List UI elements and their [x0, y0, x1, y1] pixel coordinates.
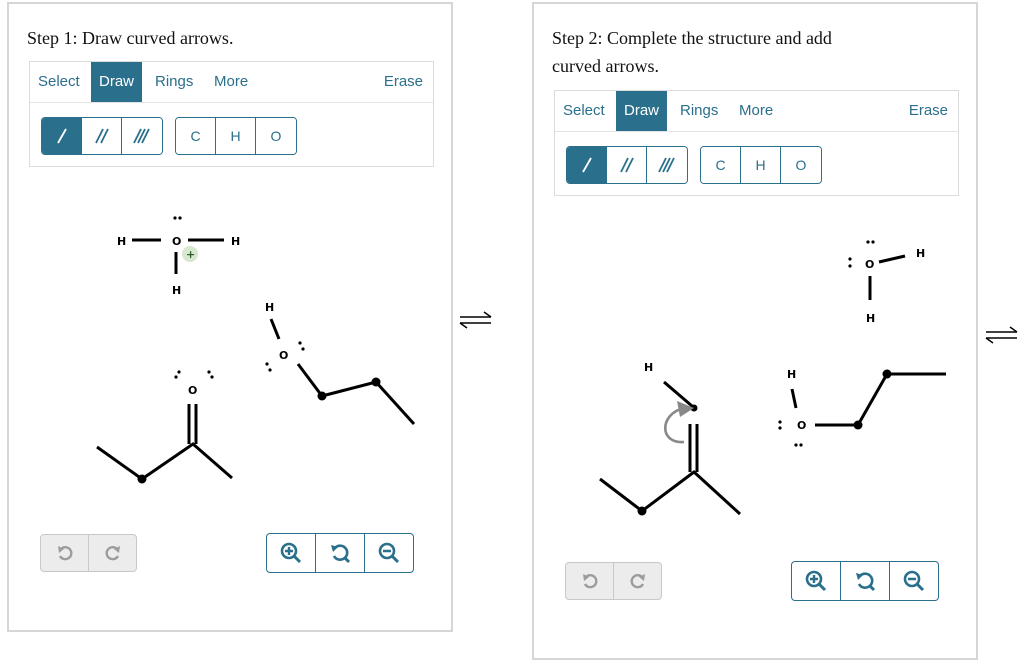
- zoom-out-icon: [378, 542, 400, 564]
- step1-zoom-buttons: [266, 533, 414, 573]
- atom-label-h: H: [787, 368, 796, 381]
- atom-label-o: O: [797, 419, 806, 432]
- step2-drawing-canvas[interactable]: O H H H O H: [534, 4, 976, 658]
- atom-label-h: H: [231, 235, 240, 248]
- redo-button[interactable]: [89, 535, 136, 571]
- zoom-in-button[interactable]: [792, 562, 841, 600]
- undo-button[interactable]: [41, 535, 89, 571]
- atom-label-o: O: [172, 235, 181, 248]
- atom-label-o: O: [865, 258, 874, 271]
- equilibrium-arrow-icon: [459, 311, 492, 329]
- redo-button[interactable]: [614, 563, 661, 599]
- zoom-in-icon: [805, 570, 827, 592]
- equilibrium-arrow-icon: [985, 326, 1018, 344]
- undo-button[interactable]: [566, 563, 614, 599]
- charge-plus-label: +: [186, 248, 195, 261]
- undo-icon: [57, 546, 72, 561]
- step1-history-buttons: [40, 534, 137, 572]
- atom-label-h: H: [172, 284, 181, 297]
- step2-history-buttons: [565, 562, 662, 600]
- zoom-reset-button[interactable]: [316, 534, 365, 572]
- zoom-reset-icon: [856, 572, 876, 592]
- zoom-reset-icon: [331, 544, 351, 564]
- atom-label-h: H: [117, 235, 126, 248]
- step2-panel: Step 2: Complete the structure and add c…: [532, 2, 978, 660]
- redo-icon: [105, 546, 120, 561]
- atom-label-o: O: [279, 349, 288, 362]
- undo-icon: [582, 574, 597, 589]
- atom-label-h: H: [265, 301, 274, 314]
- atom-label-o: O: [188, 384, 197, 397]
- zoom-in-button[interactable]: [267, 534, 316, 572]
- zoom-out-button[interactable]: [365, 534, 413, 572]
- zoom-in-icon: [280, 542, 302, 564]
- step2-zoom-buttons: [791, 561, 939, 601]
- zoom-out-button[interactable]: [890, 562, 938, 600]
- atom-label-h: H: [866, 312, 875, 325]
- redo-icon: [630, 574, 645, 589]
- zoom-reset-button[interactable]: [841, 562, 890, 600]
- zoom-out-icon: [903, 570, 925, 592]
- atom-label-h: H: [644, 361, 653, 374]
- atom-label-h: H: [916, 247, 925, 260]
- step1-panel: Step 1: Draw curved arrows. Select Draw …: [7, 2, 453, 632]
